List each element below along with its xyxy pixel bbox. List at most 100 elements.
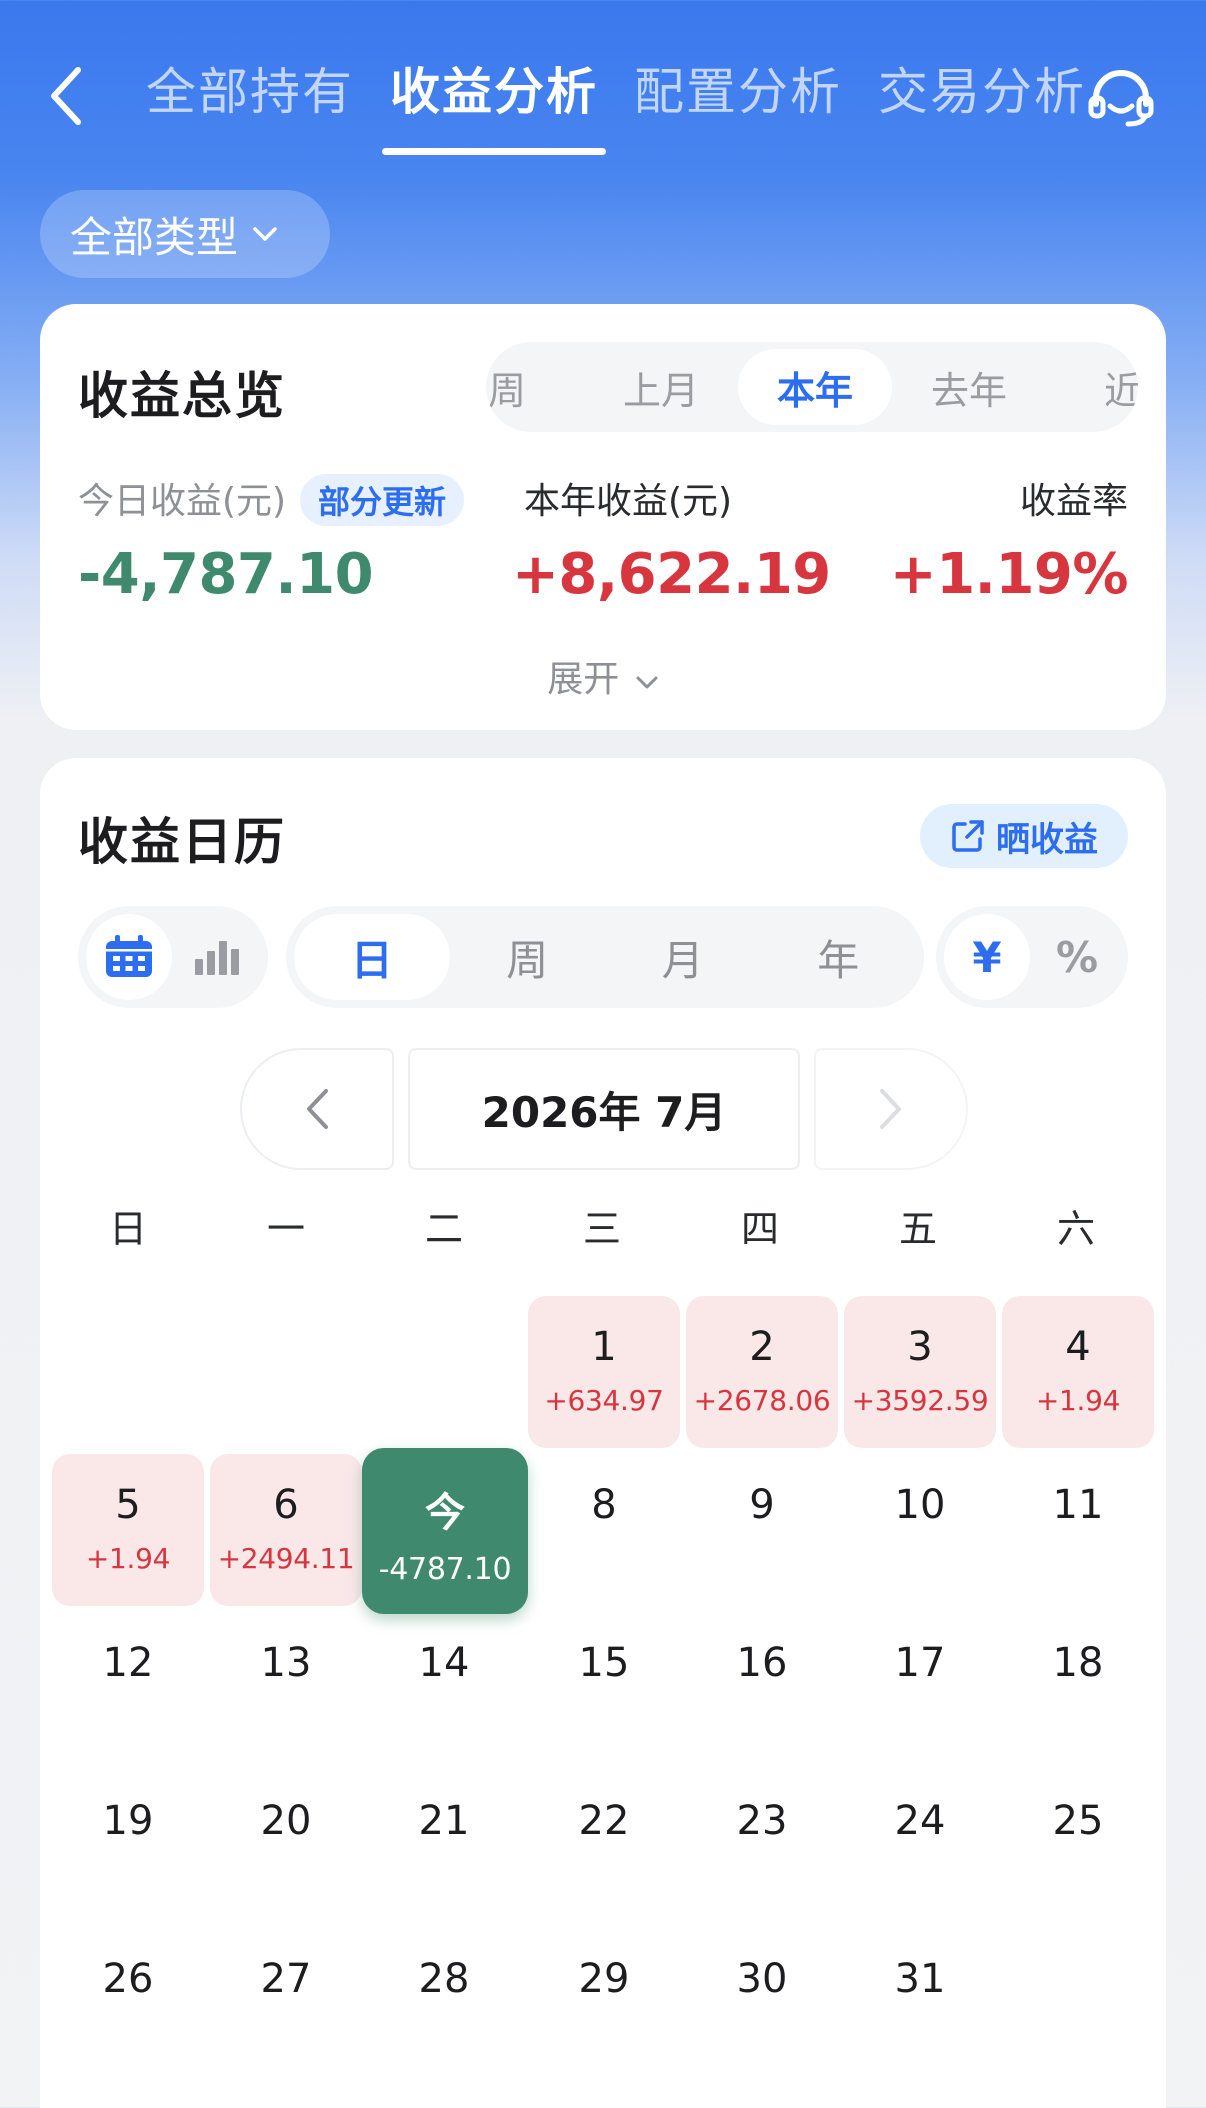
period-last-year[interactable]: 去年 [892,342,1046,432]
day-number: 21 [418,1798,470,1844]
overview-title: 收益总览 [78,367,286,425]
calendar-day[interactable]: 11 [1002,1454,1154,1606]
day-number: 8 [591,1482,617,1528]
calendar-day[interactable]: 22 [528,1770,680,1922]
day-number: 2 [749,1324,775,1370]
day-number: 17 [894,1640,946,1686]
calendar-day[interactable]: 2 +2678.06 [686,1296,838,1448]
weekday-label: 四 [740,1207,779,1251]
calendar-day[interactable]: 28 [368,1928,520,2080]
calendar-day[interactable]: 30 [686,1928,838,2080]
calendar-day[interactable]: 29 [528,1928,680,2080]
day-profit: +2678.06 [693,1384,831,1417]
back-button[interactable] [40,60,92,132]
calendar-day[interactable]: 15 [528,1612,680,1764]
calendar-view-button[interactable] [86,914,172,1000]
type-filter-dropdown[interactable]: 全部类型 [40,190,330,278]
calendar-day[interactable]: 18 [1002,1612,1154,1764]
calendar-day[interactable]: 20 [210,1770,362,1922]
year-profit-value: +8,622.19 [512,542,831,607]
tab-trade-analysis[interactable]: 交易分析 [878,52,1086,152]
unit-percent-button[interactable]: % [1034,914,1120,1000]
calendar-day[interactable]: 5 +1.94 [52,1454,204,1606]
tab-all-holdings[interactable]: 全部持有 [146,52,354,152]
day-number: 10 [894,1482,946,1528]
calendar-day[interactable]: 19 [52,1770,204,1922]
type-filter-label: 全部类型 [70,212,239,262]
customer-service-button[interactable] [1086,66,1156,130]
year-profit-label: 本年收益(元) [524,481,733,522]
calendar-day[interactable]: 1 +634.97 [528,1296,680,1448]
weekday-header: 日 一 二 三 四 五 六 [40,1198,1166,1258]
calendar-day[interactable]: 12 [52,1612,204,1764]
day-number: 3 [907,1324,933,1370]
today-profit-label: 今日收益(元) [78,481,287,522]
calendar-day[interactable]: 25 [1002,1770,1154,1922]
calendar-day[interactable]: 23 [686,1770,838,1922]
day-number: 13 [260,1640,312,1686]
calendar-day[interactable]: 27 [210,1928,362,2080]
top-tabs: 全部持有 收益分析 配置分析 交易分析 [146,52,1086,155]
calendar-day[interactable]: 10 [844,1454,996,1606]
chart-view-button[interactable] [174,914,260,1000]
calendar-day[interactable]: 6 +2494.11 [210,1454,362,1606]
period-this-year[interactable]: 本年 [738,349,892,425]
period-last-month[interactable]: 上月 [584,342,738,432]
calendar-day[interactable]: 3 +3592.59 [844,1296,996,1448]
day-number: 1 [591,1324,617,1370]
day-number: 15 [578,1640,630,1686]
calendar-day[interactable]: 17 [844,1612,996,1764]
calendar-day-today[interactable]: 今 -4787.10 [362,1448,528,1614]
headset-icon [1088,70,1154,127]
profit-overview-card: 收益总览 周 上月 本年 去年 近 今日收益(元) 部分更新 本年收益(元) 收… [40,304,1166,730]
calendar-day[interactable]: 4 +1.94 [1002,1296,1154,1448]
calendar-day[interactable]: 21 [368,1770,520,1922]
month-label[interactable]: 2026年 7月 [408,1048,800,1170]
calendar-day[interactable]: 24 [844,1770,996,1922]
granularity-week[interactable]: 周 [450,914,606,1000]
calendar-day[interactable]: 14 [368,1612,520,1764]
calendar-day[interactable]: 9 [686,1454,838,1606]
unit-amount-button[interactable]: ¥ [944,914,1030,1000]
weekday-label: 三 [582,1207,621,1251]
calendar-day[interactable]: 13 [210,1612,362,1764]
share-profit-button[interactable]: 晒收益 [920,804,1128,868]
calendar-day[interactable]: 26 [52,1928,204,2080]
chevron-left-icon [307,1089,328,1129]
share-external-icon [952,820,984,852]
period-week[interactable]: 周 [486,342,584,432]
day-number: 18 [1052,1640,1104,1686]
chevron-down-icon [253,227,277,241]
period-recent[interactable]: 近 [1046,342,1138,432]
expand-toggle[interactable]: 展开 [40,650,1166,702]
weekday-label: 六 [1056,1207,1095,1251]
calendar-day[interactable]: 8 [528,1454,680,1606]
weekday-label: 二 [424,1207,463,1251]
next-month-button[interactable] [814,1048,968,1170]
granularity-month[interactable]: 月 [605,914,761,1000]
tab-allocation-analysis[interactable]: 配置分析 [634,52,842,152]
prev-month-button[interactable] [240,1048,394,1170]
day-number: 27 [260,1956,312,2002]
calendar-day[interactable]: 16 [686,1612,838,1764]
calendar-day[interactable]: 31 [844,1928,996,2080]
granularity-day[interactable]: 日 [294,914,450,1000]
share-label: 晒收益 [996,819,1098,860]
period-selector: 周 上月 本年 去年 近 [486,342,1138,432]
top-nav-bar: 全部持有 收益分析 配置分析 交易分析 [0,0,1206,170]
day-number: 20 [260,1798,312,1844]
weekday-label: 五 [898,1207,937,1251]
day-number: 28 [418,1956,470,2002]
day-number: 23 [736,1798,788,1844]
weekday-label: 日 [108,1207,147,1251]
day-number: 11 [1052,1482,1104,1528]
weekday-label: 一 [266,1207,305,1251]
day-number: 31 [894,1956,946,2002]
day-number: 14 [418,1640,470,1686]
day-number: 9 [749,1482,775,1528]
chevron-left-icon [51,67,81,125]
chevron-right-icon [880,1089,901,1129]
tab-profit-analysis[interactable]: 收益分析 [382,52,606,155]
granularity-year[interactable]: 年 [761,914,917,1000]
profit-calendar-card: 收益日历 晒收益 日 周 月 年 ¥ % 2026年 7月 日 一 二 三 四 … [40,758,1166,2108]
